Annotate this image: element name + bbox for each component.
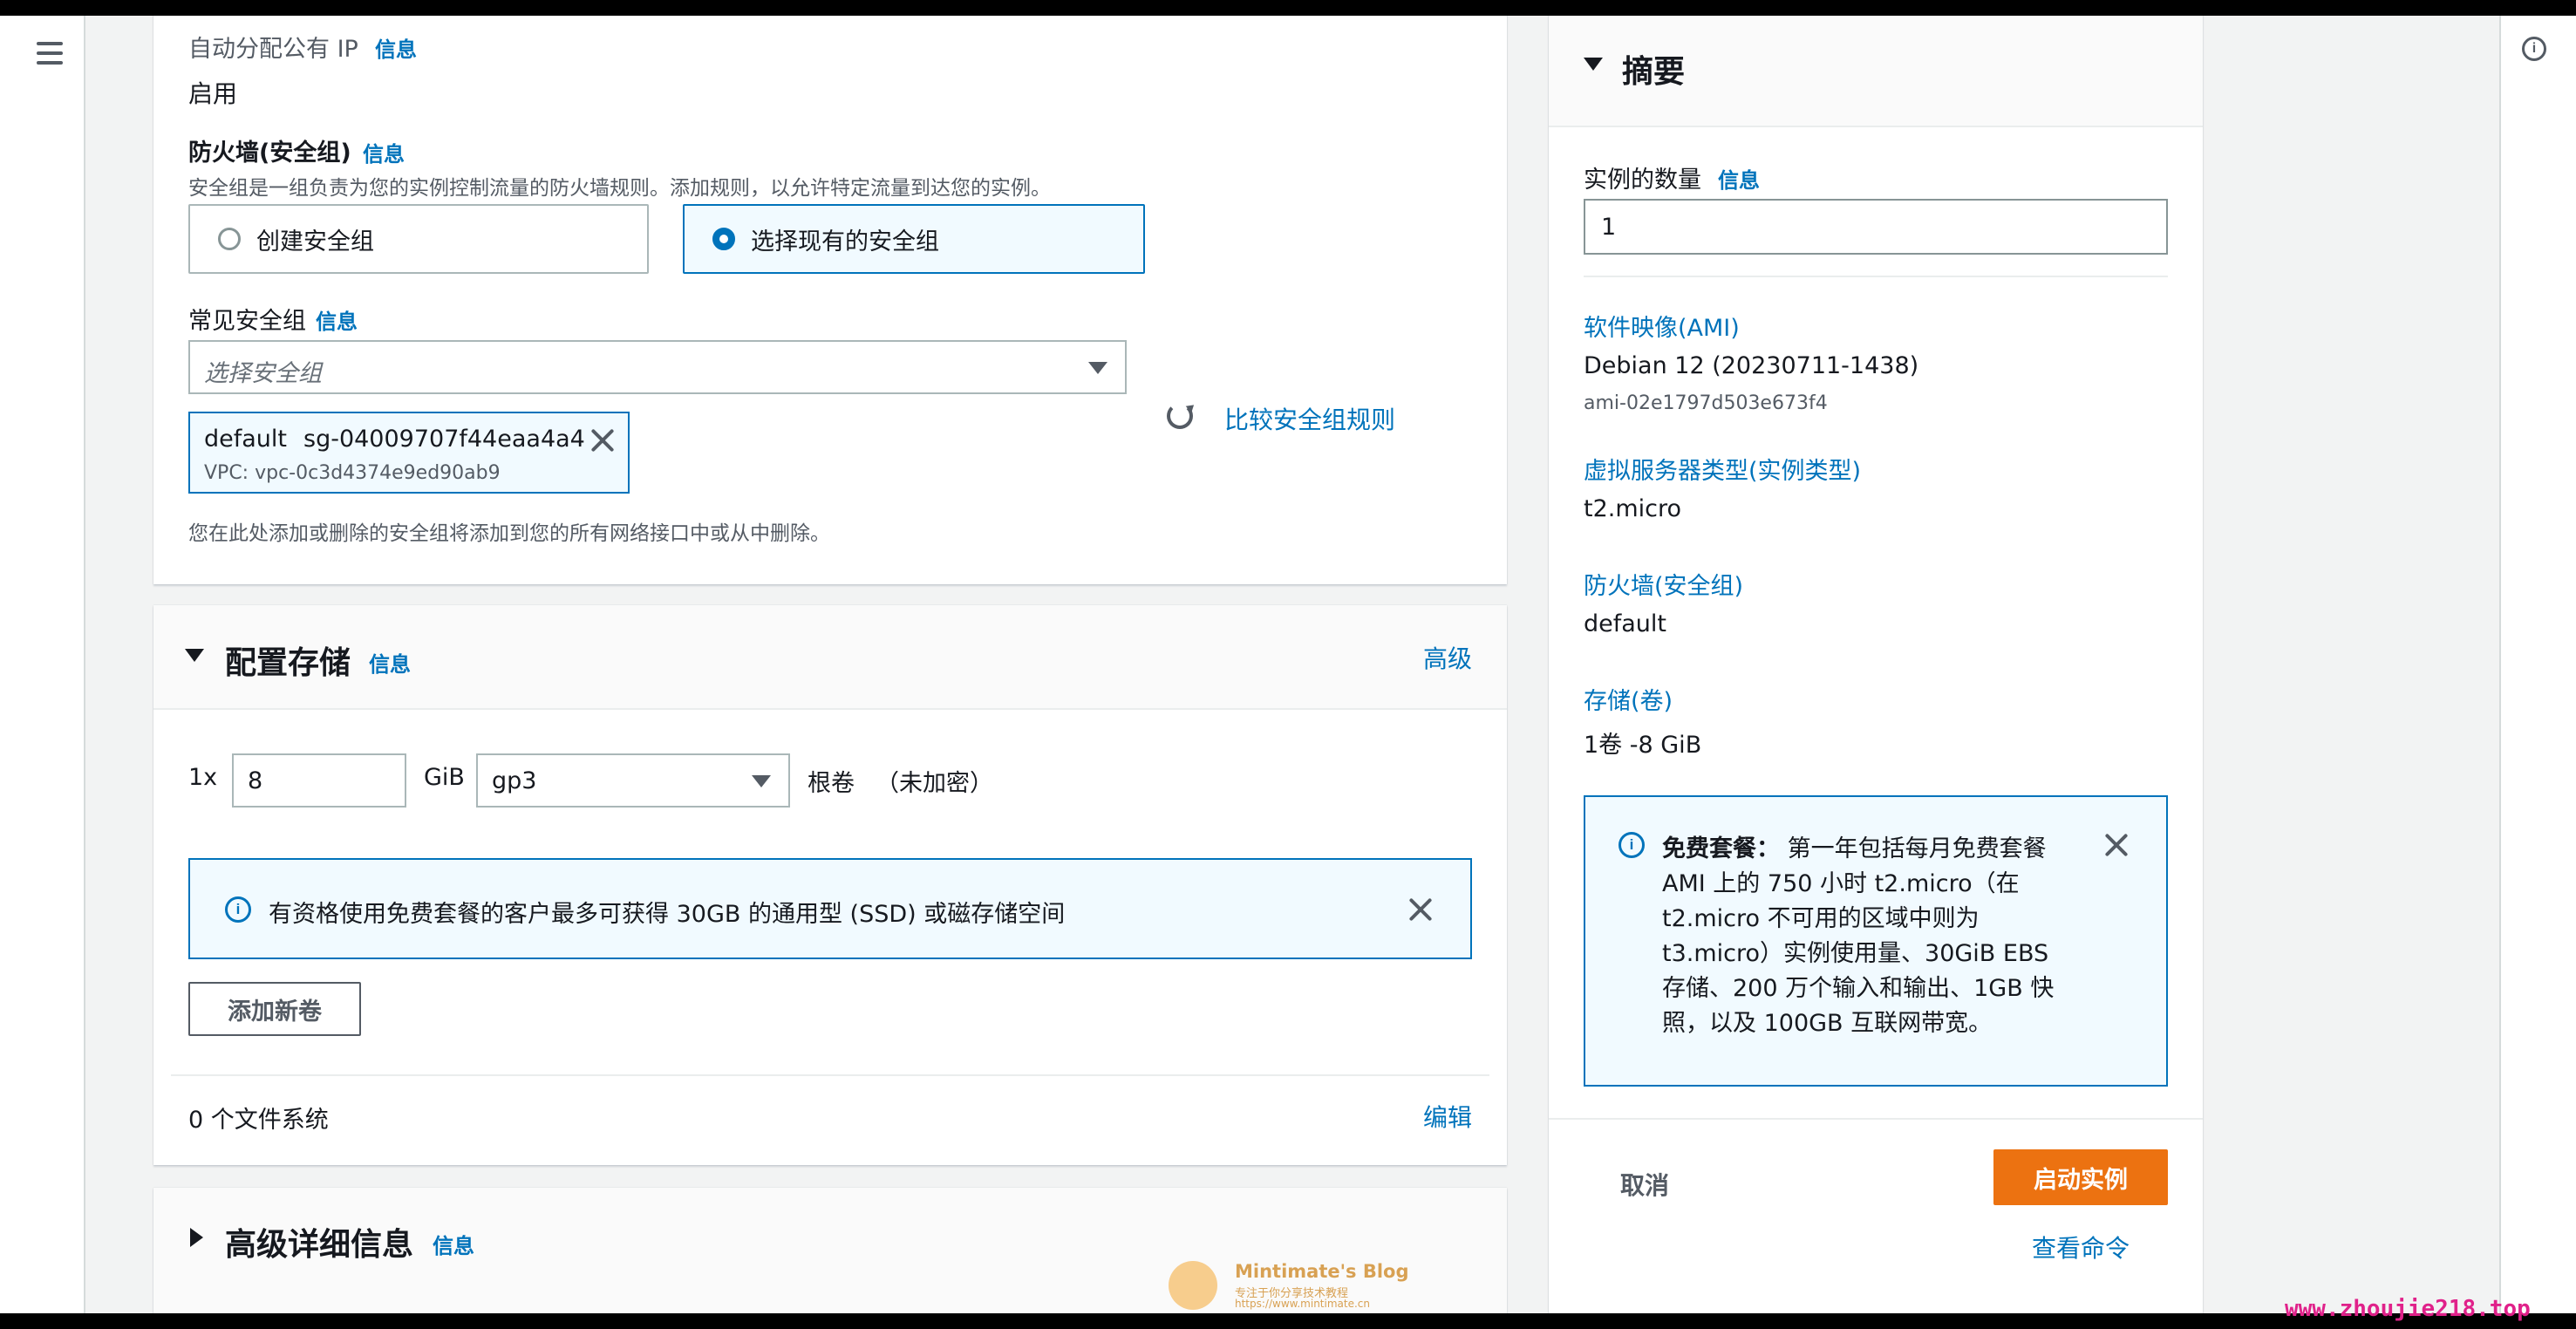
left-nav-rail: [0, 16, 85, 1313]
volume-type-value: gp3: [492, 767, 537, 794]
instance-count-input[interactable]: 1: [1584, 199, 2168, 255]
file-systems-count: 0 个文件系统: [188, 1107, 329, 1134]
select-existing-security-group-radio[interactable]: [712, 228, 735, 250]
dismiss-alert-close-icon[interactable]: [1407, 896, 1434, 923]
refresh-icon[interactable]: [1167, 403, 1193, 429]
instance-count-value: 1: [1601, 214, 1617, 241]
console-screen: 自动分配公有 IP 信息 启用 防火墙(安全组) 信息 安全组是一组负责为您的实…: [0, 16, 2576, 1313]
storage-advanced-link[interactable]: 高级: [1423, 640, 1472, 675]
help-info-icon[interactable]: i: [2522, 37, 2546, 61]
storage-divider: [171, 1074, 1489, 1076]
site-watermark: www.zhoujie218.top: [2285, 1296, 2531, 1322]
free-tier-line-1: 第一年包括每月免费套餐: [1787, 835, 2047, 862]
configure-storage-info-link[interactable]: 信息: [369, 647, 411, 678]
info-icon: i: [1619, 832, 1645, 858]
firewall-info-link[interactable]: 信息: [363, 137, 405, 167]
summary-storage-value: 1卷 -8 GiB: [1584, 732, 1702, 759]
volume-size-unit: GiB: [424, 764, 465, 791]
instance-count-info-link[interactable]: 信息: [1718, 163, 1760, 194]
compare-security-group-rules-link[interactable]: 比较安全组规则: [1224, 401, 1395, 436]
menu-icon[interactable]: [37, 42, 63, 65]
free-tier-storage-alert-text: 有资格使用免费套餐的客户最多可获得 30GB 的通用型 (SSD) 或磁存储空间: [269, 901, 1066, 928]
configure-storage-card: 配置存储 信息 高级 1x 8 GiB gp3 根卷 （未加密） i 有资格使用…: [153, 605, 1507, 1165]
root-volume-label: 根卷: [808, 770, 855, 797]
instance-type-label[interactable]: 虚拟服务器类型(实例类型): [1584, 452, 1861, 486]
encryption-status: （未加密）: [876, 770, 993, 797]
volume-size-value: 8: [248, 767, 263, 794]
token-group-id: sg-04009707f44eaa4a4: [303, 426, 585, 453]
selected-security-group-token: default sg-04009707f44eaa4a4 VPC: vpc-0c…: [188, 412, 630, 494]
summary-collapse-caret-icon[interactable]: [1584, 58, 1603, 71]
token-group-name: default: [204, 426, 288, 453]
create-security-group-radio[interactable]: [218, 228, 241, 250]
blog-watermark: Mintimate's Blog 专注于你分享技术教程 https://www.…: [1169, 1259, 1430, 1312]
blog-name: Mintimate's Blog: [1235, 1261, 1409, 1282]
free-tier-line-3: t2.micro 不可用的区域中则为: [1662, 905, 1980, 932]
advanced-details-title: 高级详细信息: [225, 1227, 414, 1263]
select-existing-security-group-label: 选择现有的安全组: [751, 228, 939, 256]
add-new-volume-button[interactable]: 添加新卷: [188, 982, 361, 1036]
instance-count-label: 实例的数量: [1584, 167, 1701, 194]
summary-header: 摘要: [1549, 16, 2203, 127]
chevron-down-icon: [1088, 362, 1107, 374]
token-vpc-id: VPC: vpc-0c3d4374e9ed90ab9: [204, 462, 501, 484]
info-icon: i: [225, 896, 251, 923]
common-security-groups-label: 常见安全组: [188, 308, 306, 335]
create-security-group-label: 创建安全组: [256, 228, 374, 256]
auto-public-ip-label: 自动分配公有 IP: [188, 36, 358, 63]
security-group-footnote: 您在此处添加或删除的安全组将添加到您的所有网络接口中或从中删除。: [188, 522, 830, 545]
remove-security-group-close-icon[interactable]: [589, 427, 616, 453]
configure-storage-header: 配置存储 信息 高级: [153, 605, 1507, 710]
volume-count-prefix: 1x: [188, 764, 218, 791]
free-tier-summary-alert: i 免费套餐： 第一年包括每月免费套餐 AMI 上的 750 小时 t2.mic…: [1584, 795, 2168, 1087]
volume-size-input[interactable]: 8: [232, 753, 406, 808]
cancel-button[interactable]: 取消: [1620, 1167, 1669, 1202]
common-security-groups-info-link[interactable]: 信息: [316, 304, 358, 335]
summary-firewall-value: default: [1584, 610, 1667, 637]
ami-name: Debian 12 (20230711-1438): [1584, 352, 1919, 379]
free-tier-line-6: 照，以及 100GB 互联网带宽。: [1662, 1010, 1993, 1037]
free-tier-line-4: t3.micro）实例使用量、30GiB EBS: [1662, 940, 2049, 967]
launch-instance-button[interactable]: 启动实例: [1993, 1149, 2168, 1205]
free-tier-line-5: 存储、200 万个输入和输出、1GB 快: [1662, 975, 2055, 1002]
summary-divider: [1584, 276, 2168, 277]
ami-label[interactable]: 软件映像(AMI): [1584, 309, 1740, 343]
free-tier-summary-text: 免费套餐： 第一年包括每月免费套餐 AMI 上的 750 小时 t2.micro…: [1662, 832, 2116, 1041]
auto-public-ip-value: 启用: [188, 79, 238, 108]
summary-storage-label[interactable]: 存储(卷): [1584, 682, 1673, 716]
free-tier-storage-alert: i 有资格使用免费套餐的客户最多可获得 30GB 的通用型 (SSD) 或磁存储…: [188, 858, 1472, 959]
network-settings-card: 自动分配公有 IP 信息 启用 防火墙(安全组) 信息 安全组是一组负责为您的实…: [153, 16, 1507, 584]
chevron-down-icon: [752, 775, 771, 787]
collapse-caret-icon[interactable]: [185, 649, 204, 662]
free-tier-line-2: AMI 上的 750 小时 t2.micro（在: [1662, 870, 2020, 897]
ami-id: ami-02e1797d503e673f4: [1584, 392, 1828, 414]
security-group-select[interactable]: 选择安全组: [188, 340, 1127, 394]
file-systems-edit-link[interactable]: 编辑: [1423, 1099, 1472, 1134]
firewall-title: 防火墙(安全组): [188, 140, 351, 167]
summary-firewall-label[interactable]: 防火墙(安全组): [1584, 567, 1743, 601]
advanced-details-info-link[interactable]: 信息: [433, 1229, 474, 1259]
auto-public-ip-info-link[interactable]: 信息: [375, 32, 417, 63]
blog-logo-icon: [1169, 1261, 1217, 1310]
firewall-description: 安全组是一组负责为您的实例控制流量的防火墙规则。添加规则，以允许特定流量到达您的…: [188, 177, 1051, 200]
security-group-select-placeholder: 选择安全组: [204, 360, 322, 387]
blog-url: https://www.mintimate.cn: [1235, 1298, 1370, 1310]
instance-type-value: t2.micro: [1584, 495, 1682, 522]
free-tier-bold-label: 免费套餐：: [1662, 835, 1780, 862]
summary-panel: 摘要 实例的数量 信息 1 软件映像(AMI) Debian 12 (20230…: [1549, 16, 2203, 1313]
select-existing-security-group-option[interactable]: 选择现有的安全组: [683, 204, 1145, 274]
right-help-rail: i: [2499, 16, 2576, 1313]
volume-type-select[interactable]: gp3: [476, 753, 790, 808]
configure-storage-title: 配置存储: [225, 645, 351, 681]
summary-title: 摘要: [1622, 54, 1686, 90]
summary-footer-divider: [1549, 1118, 2203, 1120]
view-commands-link[interactable]: 查看命令: [2032, 1230, 2130, 1264]
create-security-group-option[interactable]: 创建安全组: [188, 204, 649, 274]
expand-caret-icon[interactable]: [190, 1228, 203, 1247]
